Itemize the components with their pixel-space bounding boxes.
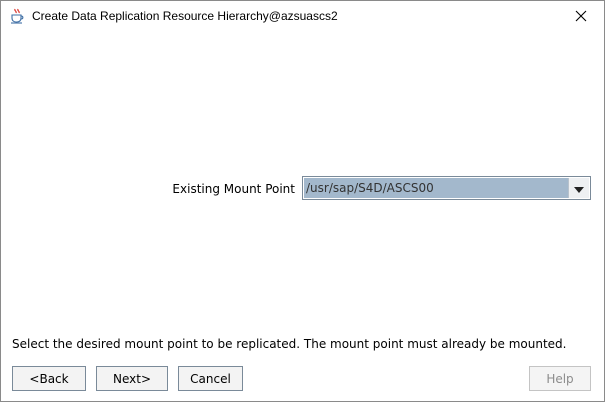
java-cup-icon xyxy=(9,8,25,24)
dropdown-arrow-icon xyxy=(573,179,585,198)
close-button[interactable] xyxy=(558,1,604,32)
mount-point-selected-value[interactable]: /usr/sap/S4D/ASCS00 xyxy=(304,178,568,198)
window-title: Create Data Replication Resource Hierarc… xyxy=(32,9,338,23)
help-button[interactable]: Help xyxy=(529,366,591,391)
close-icon xyxy=(575,7,587,26)
next-button[interactable]: Next> xyxy=(96,366,168,391)
mount-point-label: Existing Mount Point xyxy=(172,182,295,196)
back-button[interactable]: <Back xyxy=(12,366,86,391)
dialog-content: Existing Mount Point /usr/sap/S4D/ASCS00… xyxy=(1,32,604,401)
title-bar[interactable]: Create Data Replication Resource Hierarc… xyxy=(1,1,604,32)
dialog-window: Create Data Replication Resource Hierarc… xyxy=(0,0,605,402)
cancel-button[interactable]: Cancel xyxy=(178,366,243,391)
dropdown-button[interactable] xyxy=(568,178,589,198)
instruction-text: Select the desired mount point to be rep… xyxy=(12,337,567,351)
mount-point-combobox[interactable]: /usr/sap/S4D/ASCS00 xyxy=(302,176,591,200)
